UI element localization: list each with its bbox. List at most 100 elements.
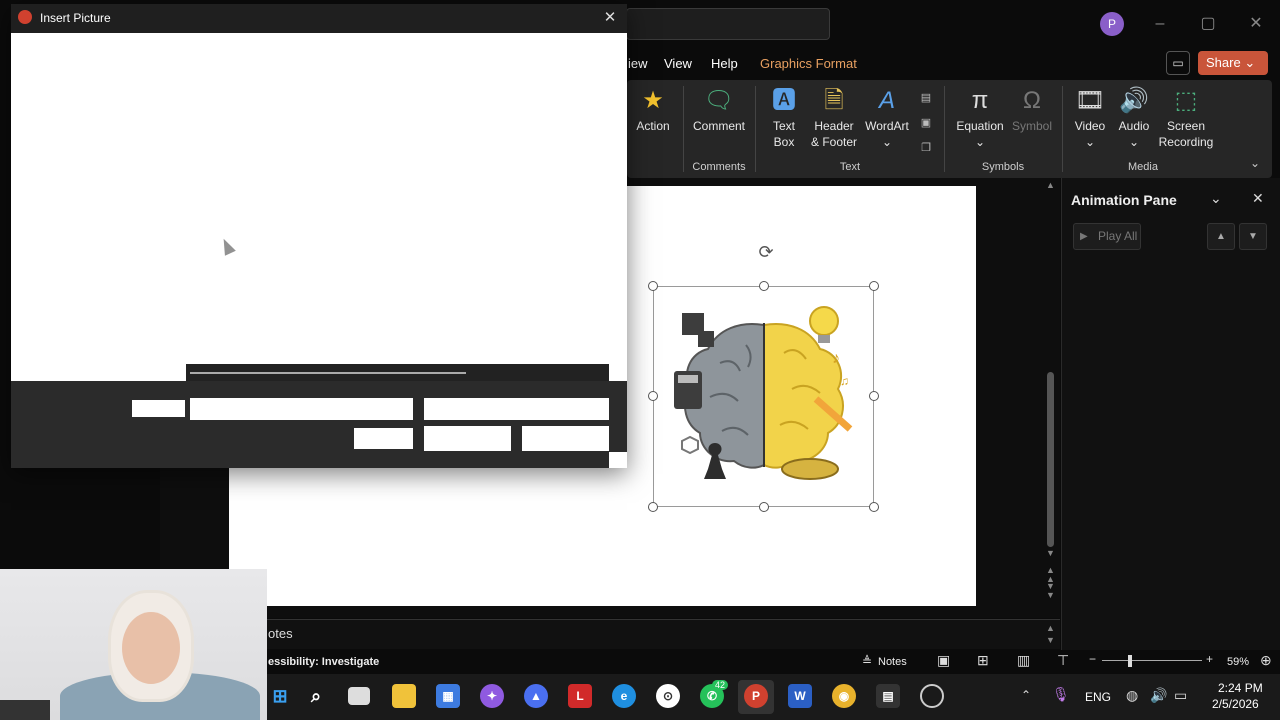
video-button[interactable]: 🎞 Video ⌄ [1070, 86, 1110, 150]
text-box-button[interactable]: 🅰 Text Box [764, 86, 804, 150]
copilot-icon[interactable]: ✦ [480, 684, 504, 708]
scroll-thumb[interactable] [1047, 372, 1054, 547]
scroll-down-icon[interactable]: ▼ [1046, 548, 1055, 558]
search-box[interactable] [626, 8, 830, 40]
notes-toggle-icon[interactable]: ≜ [862, 654, 872, 668]
microphone-icon[interactable]: 🎙 [1052, 686, 1070, 703]
slide-sorter-icon[interactable]: ⊞ [977, 652, 989, 669]
slideshow-icon[interactable]: ⊤ [1057, 652, 1069, 669]
tab-help[interactable]: Help [711, 56, 738, 71]
show-hidden-icons-icon[interactable]: ⌃ [1021, 688, 1031, 702]
fit-slide-icon[interactable]: ⊕ [1260, 652, 1272, 669]
accessibility-status[interactable]: essibility: Investigate [268, 656, 379, 668]
separator [1062, 86, 1063, 172]
text-small-buttons[interactable]: ▤ ▣ ❐ [916, 86, 936, 161]
app-icon-3[interactable] [920, 684, 944, 708]
battery-icon[interactable]: ▭ [1174, 687, 1187, 704]
pi-icon: π [971, 87, 989, 114]
file-type-select[interactable] [424, 398, 609, 420]
action-button[interactable]: ★ Action [630, 86, 676, 134]
play-all-button[interactable]: ▶ Play All [1073, 223, 1141, 250]
app-icon-2[interactable]: ⊙ [656, 684, 680, 708]
resize-handle[interactable] [648, 391, 658, 401]
comment-button[interactable]: 🗨 Comment [690, 86, 748, 134]
tab-view[interactable]: View [664, 56, 692, 71]
ribbon-expand-icon[interactable]: ⌄ [1250, 156, 1260, 170]
notes-scroll-icon[interactable]: ▲ ▼ [1046, 622, 1055, 646]
network-icon[interactable]: ◍ [1126, 687, 1138, 704]
resize-handle[interactable] [648, 502, 658, 512]
audio-button[interactable]: 🔊 Audio ⌄ [1113, 86, 1155, 150]
task-view-icon[interactable] [348, 687, 370, 705]
tab-review[interactable]: iew [628, 56, 648, 71]
tab-graphics-format[interactable]: Graphics Format [760, 56, 857, 71]
zoom-slider[interactable] [1102, 660, 1202, 661]
file-name-input[interactable] [190, 398, 413, 420]
notes-pane[interactable] [160, 619, 1060, 649]
start-icon[interactable]: ⊞ [268, 684, 292, 708]
cancel-button[interactable] [522, 426, 609, 451]
screen-recording-label-2: Recording [1158, 135, 1214, 149]
powerpoint-icon[interactable]: P [744, 684, 768, 708]
close-window-icon[interactable]: ✕ [1242, 10, 1270, 38]
dialog-scroll-thumb[interactable] [190, 372, 466, 374]
search-icon[interactable]: ⌕ [304, 684, 328, 708]
insert-button[interactable] [424, 426, 511, 451]
resize-handle[interactable] [759, 281, 769, 291]
store-icon[interactable]: ▦ [436, 684, 460, 708]
notes-button[interactable]: Notes [878, 656, 907, 668]
zoom-out-icon[interactable]: − [1089, 652, 1096, 666]
resize-handle[interactable] [648, 281, 658, 291]
rotate-handle-icon[interactable]: ⟳ [755, 241, 777, 263]
clock-date[interactable]: 2/5/2026 [1212, 697, 1259, 711]
header-footer-button[interactable]: 🗎 Header & Footer [808, 86, 860, 150]
action-label: Action [636, 119, 670, 133]
zoom-slider-thumb[interactable] [1128, 655, 1132, 667]
tools-button[interactable] [354, 428, 413, 449]
dialog-resize-grip[interactable] [609, 452, 627, 468]
normal-view-icon[interactable]: ▣ [937, 652, 950, 669]
file-explorer-icon[interactable] [392, 684, 416, 708]
volume-icon[interactable]: 🔊 [1150, 687, 1167, 704]
audio-label: Audio [1118, 119, 1150, 133]
close-pane-icon[interactable]: ✕ [1252, 190, 1264, 207]
comments-icon[interactable]: ▭ [1166, 51, 1190, 75]
scroll-up-icon[interactable]: ▲ [1046, 180, 1055, 190]
next-slide-icon[interactable]: ▼ ▼ [1046, 582, 1055, 600]
chrome-icon[interactable]: ◉ [832, 684, 856, 708]
screen-recording-icon: ⬚ [1174, 87, 1198, 114]
dialog-title: Insert Picture [40, 11, 111, 25]
avatar[interactable]: P [1100, 12, 1124, 36]
resize-handle[interactable] [759, 502, 769, 512]
maximize-icon[interactable]: ▢ [1194, 10, 1222, 38]
calendar-icon[interactable]: ▤ [876, 684, 900, 708]
screen-recording-button[interactable]: ⬚ Screen Recording [1156, 86, 1216, 150]
zoom-in-icon[interactable]: + [1206, 652, 1213, 666]
equation-button[interactable]: π Equation ⌄ [952, 86, 1008, 150]
wordart-button[interactable]: A WordArt ⌄ [862, 86, 912, 150]
resize-handle[interactable] [869, 502, 879, 512]
animation-pane-title: Animation Pane [1071, 192, 1177, 208]
resize-handle[interactable] [869, 391, 879, 401]
move-up-icon[interactable]: ▲ [1207, 223, 1235, 250]
minimize-icon[interactable]: – [1146, 10, 1174, 38]
wordart-label: WordArt [865, 119, 909, 133]
dialog-close-icon[interactable]: ✕ [600, 8, 620, 28]
language-indicator[interactable]: ENG [1085, 690, 1111, 704]
word-icon[interactable]: W [788, 684, 812, 708]
app-l-icon[interactable]: L [568, 684, 592, 708]
app-icon[interactable]: ▲ [524, 684, 548, 708]
symbol-button[interactable]: Ω Symbol [1010, 86, 1054, 134]
resize-handle[interactable] [869, 281, 879, 291]
play-all-label: Play All [1098, 229, 1138, 243]
pane-options-icon[interactable]: ⌄ [1210, 190, 1222, 207]
move-down-icon[interactable]: ▼ [1239, 223, 1267, 250]
header-footer-label-2: & Footer [810, 135, 858, 149]
selection-frame[interactable] [653, 286, 874, 507]
zoom-level[interactable]: 59% [1227, 656, 1249, 668]
whatsapp-badge: 42 [712, 680, 729, 690]
reading-view-icon[interactable]: ▥ [1017, 652, 1030, 669]
edge-icon[interactable]: e [612, 684, 636, 708]
share-button[interactable]: Share ⌄ [1198, 51, 1268, 75]
clock-time[interactable]: 2:24 PM [1218, 681, 1263, 695]
